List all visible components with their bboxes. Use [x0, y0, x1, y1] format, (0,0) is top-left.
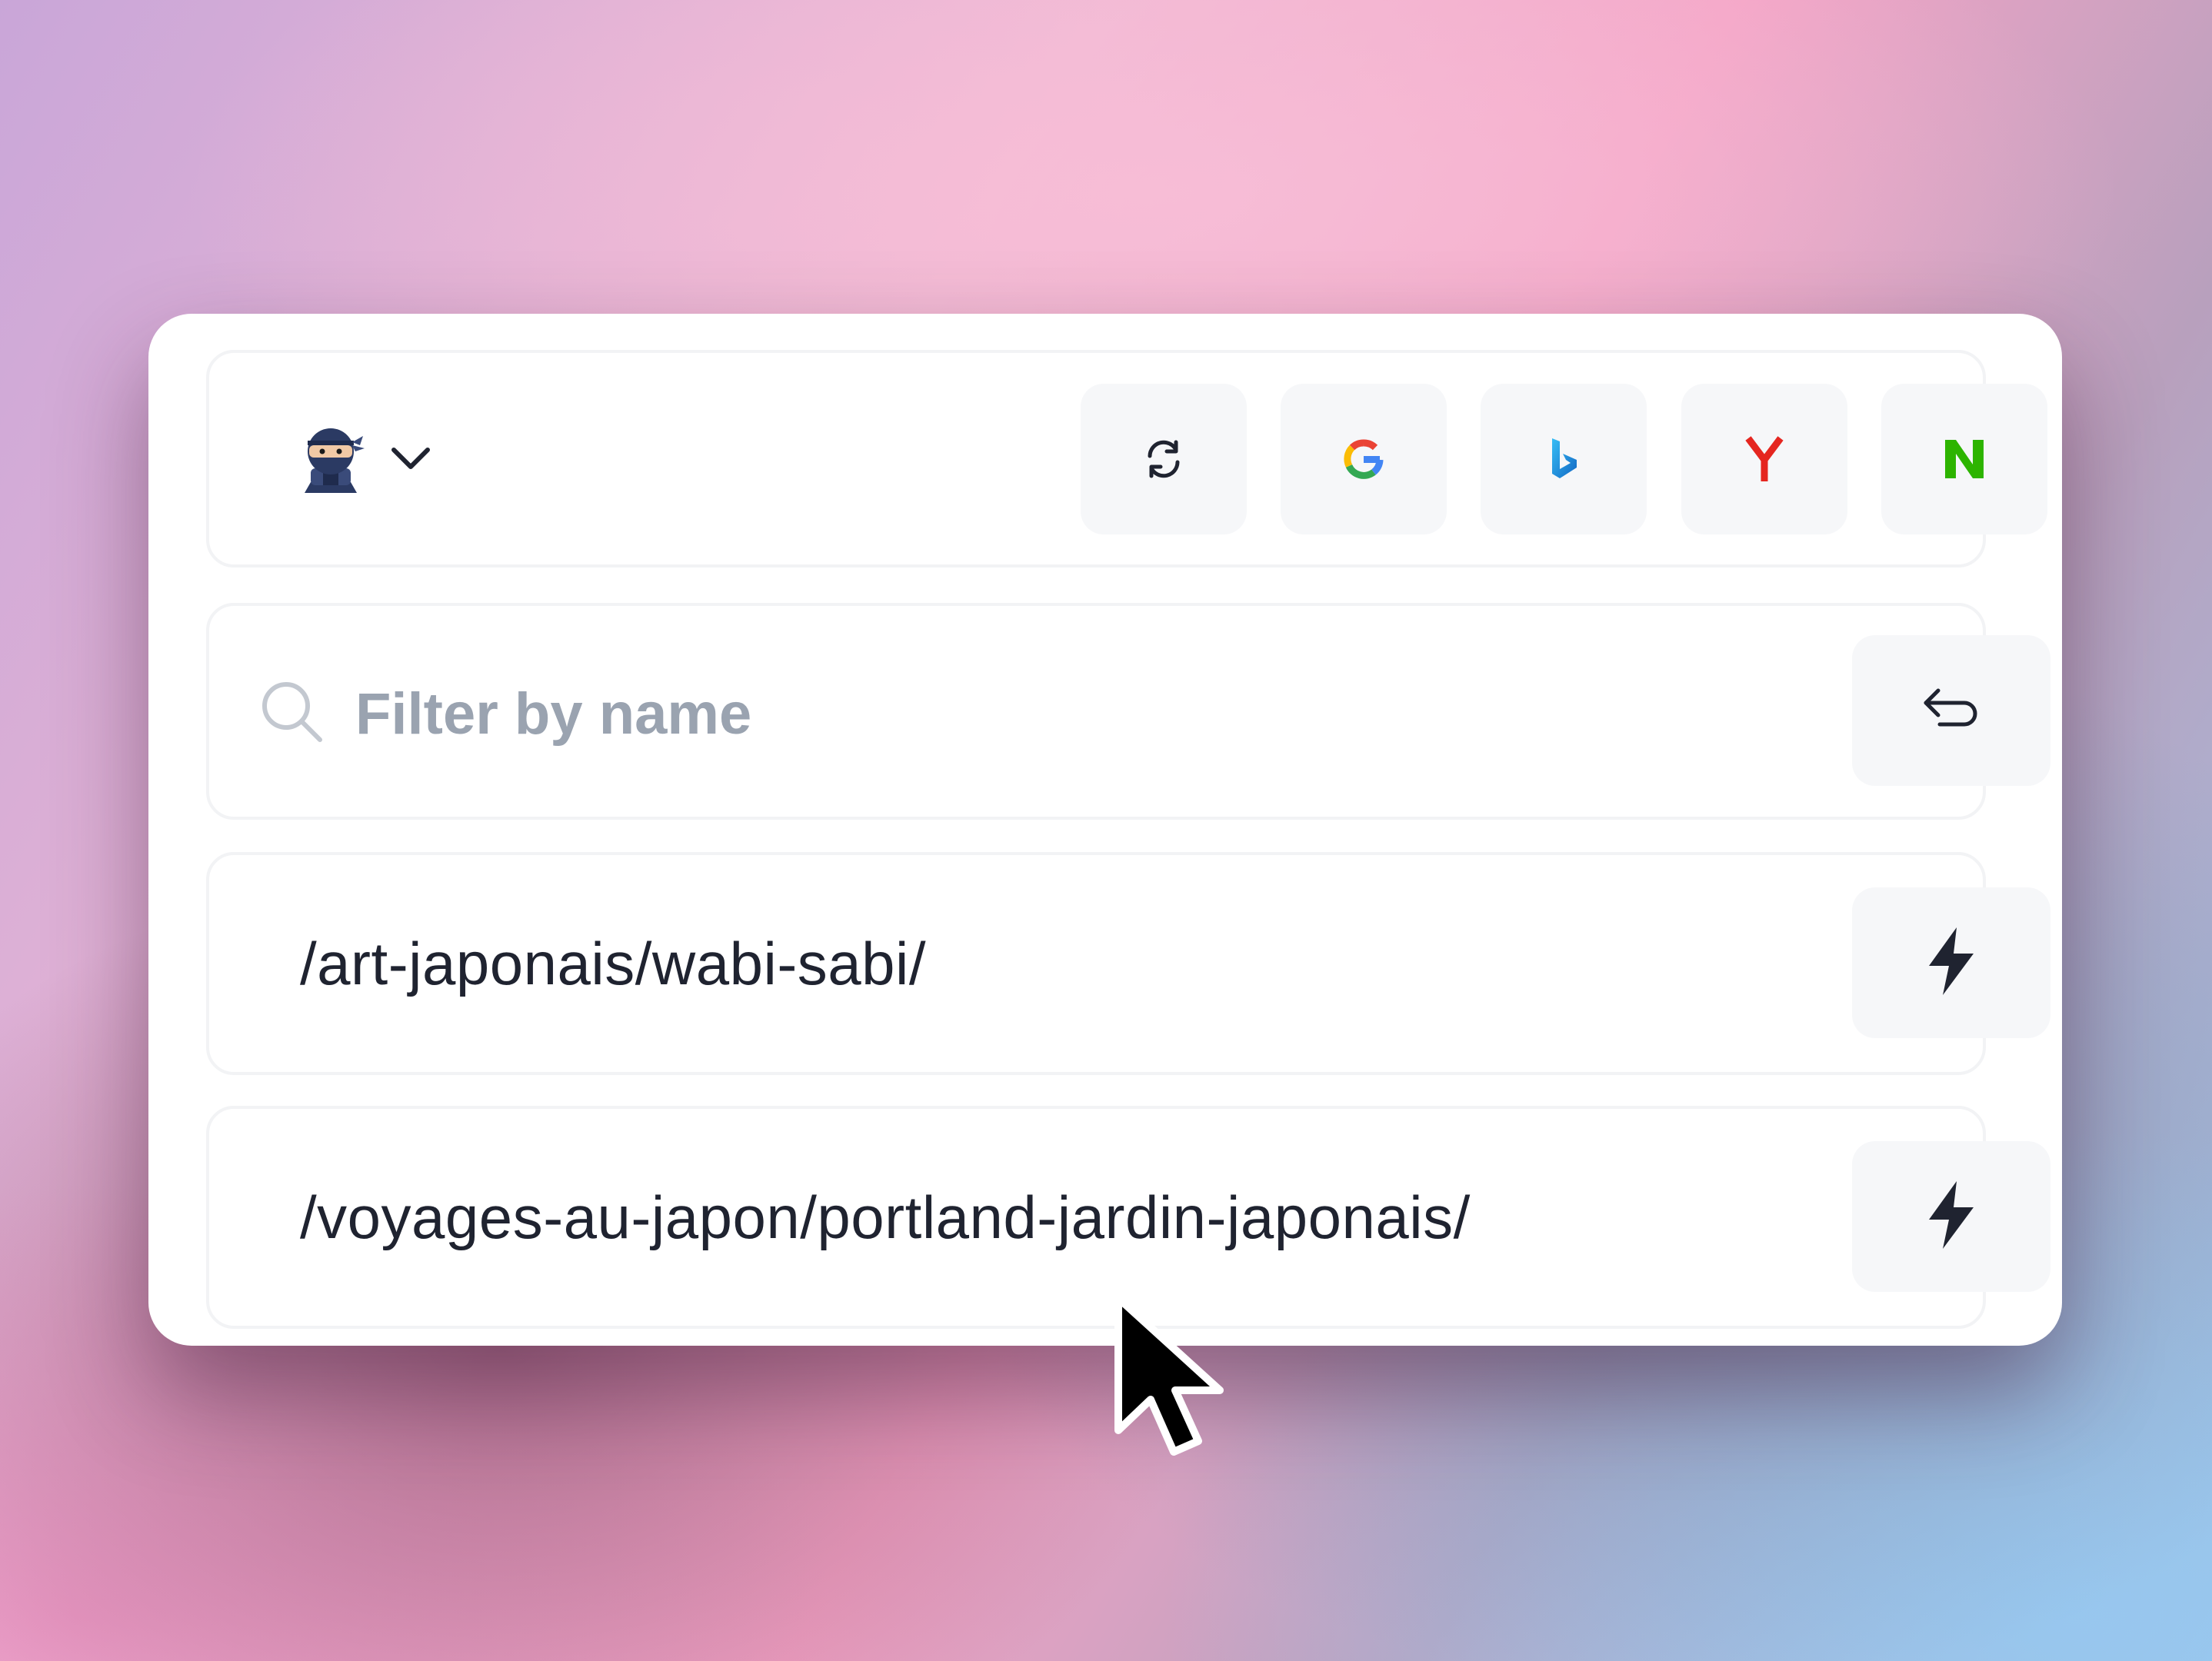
naver-icon	[1937, 432, 1991, 486]
bing-button[interactable]	[1481, 384, 1647, 534]
quick-action-button[interactable]	[1852, 1141, 2050, 1292]
enter-return-icon	[1917, 678, 1986, 744]
google-button[interactable]	[1281, 384, 1447, 534]
refresh-button[interactable]	[1081, 384, 1247, 534]
yandex-button[interactable]	[1681, 384, 1847, 534]
list-item[interactable]: /voyages-au-japon/portland-jardin-japona…	[206, 1106, 2050, 1329]
search-bar	[206, 603, 2050, 820]
search-icon	[255, 675, 329, 749]
lightning-bolt-icon	[1917, 923, 1986, 1004]
google-icon	[1337, 432, 1391, 486]
list-item[interactable]: /art-japonais/wabi-sabi/	[206, 852, 2050, 1075]
extension-panel: /art-japonais/wabi-sabi/ /voyages-au-jap…	[148, 314, 2062, 1346]
bing-icon	[1537, 432, 1591, 486]
yandex-icon	[1737, 432, 1791, 486]
chevron-down-icon[interactable]	[388, 439, 434, 478]
list-item-path: /voyages-au-japon/portland-jardin-japona…	[300, 1183, 1471, 1251]
mouse-cursor-icon	[1108, 1292, 1231, 1476]
ninja-avatar-icon[interactable]	[295, 422, 366, 493]
list-item-path: /art-japonais/wabi-sabi/	[300, 929, 927, 997]
naver-button[interactable]	[1881, 384, 2047, 534]
enter-button[interactable]	[1852, 635, 2050, 786]
lightning-bolt-icon	[1917, 1177, 1986, 1257]
refresh-icon	[1141, 436, 1187, 482]
header-toolbar	[206, 350, 2047, 568]
quick-action-button[interactable]	[1852, 887, 2050, 1038]
search-input[interactable]	[355, 652, 1124, 775]
